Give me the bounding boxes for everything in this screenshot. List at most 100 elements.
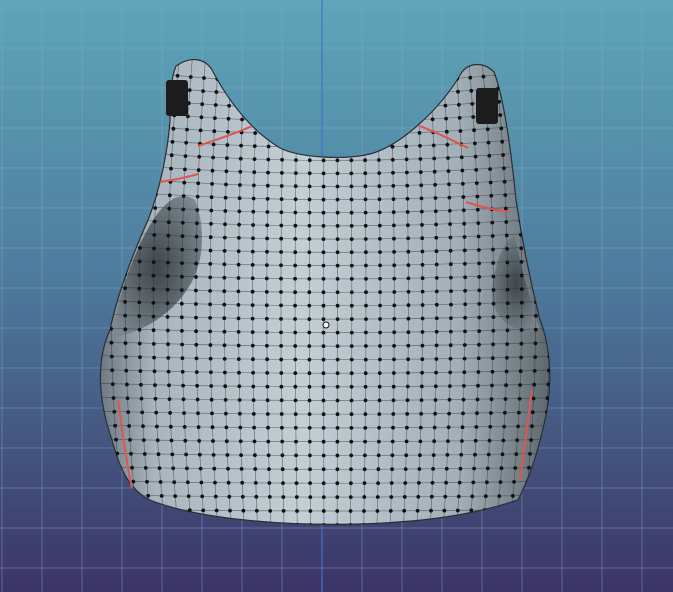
mesh-vertex[interactable] (461, 411, 465, 416)
mesh-vertex[interactable] (364, 290, 368, 295)
mesh-vertex[interactable] (265, 398, 270, 403)
mesh-vertex[interactable] (434, 289, 439, 294)
mesh-vertex[interactable] (211, 155, 216, 160)
mesh-vertex[interactable] (152, 219, 157, 224)
mesh-vertex[interactable] (307, 357, 312, 362)
mesh-vertex[interactable] (321, 250, 326, 255)
mesh-vertex[interactable] (200, 102, 205, 107)
mesh-vertex[interactable] (227, 494, 232, 499)
mesh-vertex[interactable] (321, 317, 326, 321)
mesh-vertex[interactable] (349, 317, 354, 321)
mesh-vertex[interactable] (151, 328, 156, 333)
mesh-vertex[interactable] (194, 248, 199, 253)
mesh-vertex[interactable] (405, 196, 410, 201)
mesh-vertex[interactable] (432, 425, 437, 430)
mesh-vertex[interactable] (491, 342, 495, 347)
mesh-vertex[interactable] (170, 452, 175, 457)
mesh-vertex[interactable] (434, 249, 439, 254)
mesh-vertex[interactable] (151, 301, 156, 305)
mesh-vertex[interactable] (392, 371, 396, 375)
mesh-vertex[interactable] (264, 276, 269, 281)
mesh-vertex[interactable] (363, 453, 367, 458)
mesh-vertex[interactable] (265, 357, 269, 362)
mesh-vertex[interactable] (236, 357, 241, 361)
mesh-vertex[interactable] (223, 370, 227, 375)
mesh-vertex[interactable] (279, 330, 283, 335)
mesh-vertex[interactable] (504, 206, 508, 211)
mesh-vertex[interactable] (364, 317, 368, 321)
mesh-vertex[interactable] (199, 480, 204, 485)
mesh-vertex[interactable] (210, 168, 215, 173)
mesh-vertex[interactable] (446, 425, 451, 430)
mesh-vertex[interactable] (184, 140, 189, 145)
mesh-vertex[interactable] (114, 437, 118, 442)
mesh-vertex[interactable] (420, 223, 424, 227)
mesh-vertex[interactable] (364, 344, 368, 348)
mesh-vertex[interactable] (468, 75, 473, 80)
mesh-vertex[interactable] (280, 171, 284, 175)
mesh-vertex[interactable] (459, 452, 464, 457)
mesh-vertex[interactable] (530, 424, 534, 429)
mesh-vertex[interactable] (489, 411, 493, 415)
mesh-vertex[interactable] (252, 157, 257, 162)
mesh-vertex[interactable] (239, 453, 244, 457)
mesh-vertex[interactable] (363, 171, 368, 176)
mesh-vertex[interactable] (505, 355, 509, 360)
mesh-vertex[interactable] (475, 207, 480, 212)
mesh-vertex[interactable] (265, 197, 270, 201)
mesh-vertex[interactable] (183, 154, 188, 159)
mesh-vertex[interactable] (237, 209, 242, 214)
mesh-vertex[interactable] (403, 467, 408, 471)
mesh-vertex[interactable] (194, 234, 199, 239)
mesh-vertex[interactable] (335, 224, 340, 228)
mesh-vertex[interactable] (279, 290, 283, 294)
mesh-vertex[interactable] (251, 223, 256, 227)
mesh-vertex[interactable] (209, 208, 214, 213)
mesh-vertex[interactable] (250, 316, 255, 321)
mesh-vertex[interactable] (238, 411, 242, 416)
mesh-vertex[interactable] (477, 342, 481, 347)
mesh-vertex[interactable] (195, 221, 199, 226)
mesh-vertex[interactable] (392, 236, 396, 241)
mesh-vertex[interactable] (307, 263, 312, 268)
mesh-vertex[interactable] (404, 144, 409, 149)
mesh-vertex[interactable] (129, 451, 133, 456)
mesh-vertex[interactable] (180, 356, 185, 361)
mesh-vertex[interactable] (447, 195, 452, 200)
mesh-vertex[interactable] (197, 154, 202, 159)
mesh-vertex[interactable] (406, 223, 410, 228)
mesh-vertex[interactable] (226, 466, 230, 471)
mesh-vertex[interactable] (236, 343, 241, 348)
mesh-vertex[interactable] (279, 197, 284, 202)
mesh-vertex[interactable] (534, 314, 538, 318)
mesh-vertex[interactable] (505, 314, 510, 319)
mesh-vertex[interactable] (491, 261, 496, 265)
mesh-vertex[interactable] (307, 398, 312, 403)
mesh-vertex[interactable] (476, 356, 481, 361)
mesh-vertex[interactable] (180, 261, 184, 265)
mesh-vertex[interactable] (171, 126, 176, 131)
mesh-vertex[interactable] (153, 396, 158, 401)
mesh-vertex[interactable] (151, 342, 156, 346)
mesh-vertex[interactable] (209, 195, 214, 200)
mesh-vertex[interactable] (196, 181, 201, 186)
mesh-vertex[interactable] (363, 398, 368, 403)
mesh-vertex[interactable] (170, 140, 175, 144)
mesh-vertex[interactable] (434, 329, 439, 334)
mesh-vertex[interactable] (185, 127, 189, 132)
mesh-vertex[interactable] (377, 412, 382, 416)
mesh-vertex[interactable] (210, 182, 215, 186)
mesh-vertex[interactable] (501, 438, 506, 443)
mesh-vertex[interactable] (349, 426, 354, 430)
mesh-vertex[interactable] (447, 208, 452, 213)
mesh-vertex[interactable] (460, 439, 464, 443)
mesh-vertex[interactable] (519, 300, 524, 305)
mesh-vertex[interactable] (375, 509, 380, 513)
mesh-vertex[interactable] (209, 221, 213, 226)
mesh-vertex[interactable] (131, 479, 136, 484)
mesh-vertex[interactable] (377, 439, 381, 444)
mesh-vertex[interactable] (138, 246, 142, 250)
mesh-vertex[interactable] (335, 344, 340, 348)
mesh-vertex[interactable] (420, 303, 425, 307)
mesh-vertex[interactable] (226, 480, 231, 485)
